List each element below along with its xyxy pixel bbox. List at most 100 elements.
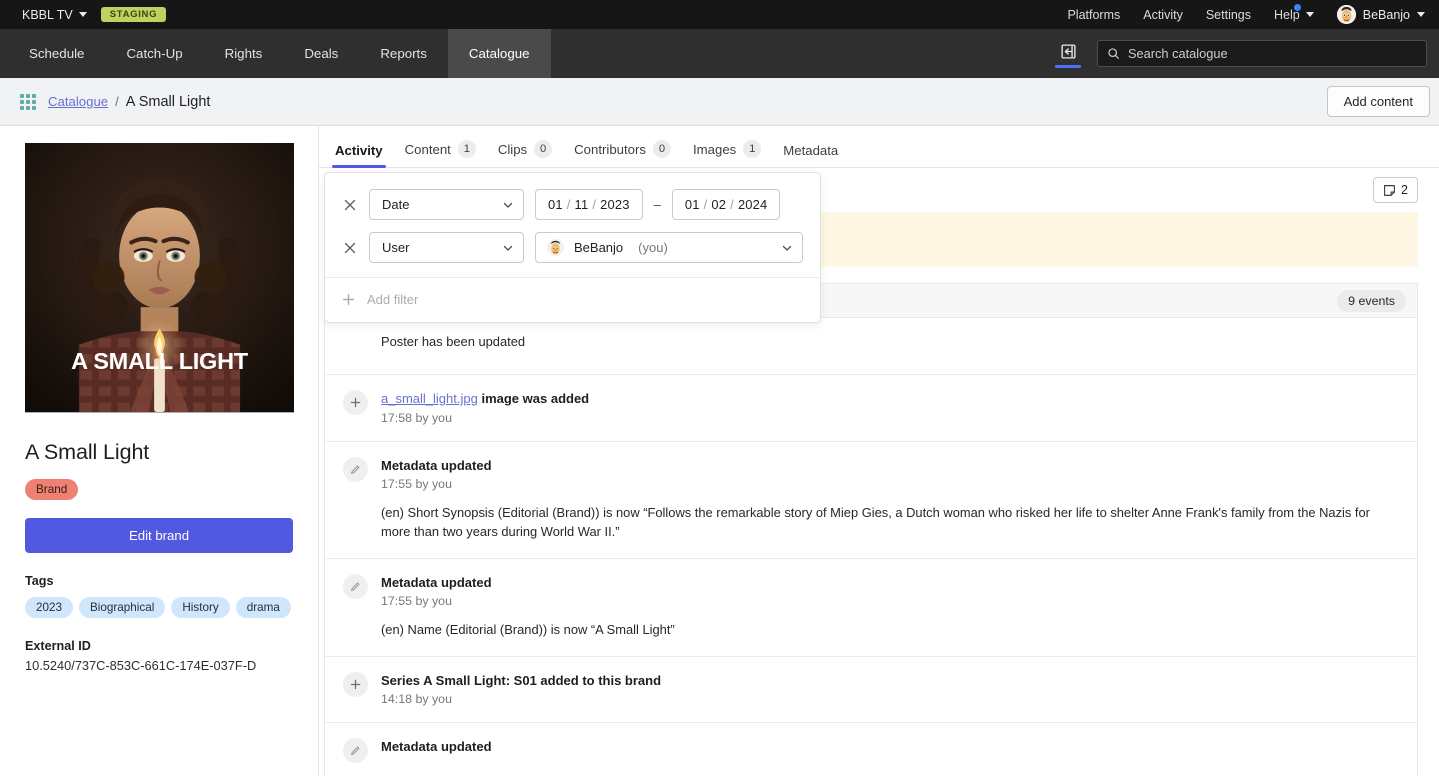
list-item[interactable]: Series A Small Light: S01 added to this …: [325, 657, 1417, 724]
search-icon: [1108, 48, 1119, 59]
event-title: Series A Small Light: S01 added to this …: [381, 672, 662, 688]
chevron-down-icon: [78, 12, 87, 17]
event-meta: 14:18 by you: [381, 692, 452, 707]
date-separator: /: [566, 197, 571, 212]
list-item[interactable]: Metadata updated 17:55 by you (en) Short…: [325, 442, 1417, 559]
events-header-count: 9 events: [1337, 289, 1406, 312]
avatar: [1336, 5, 1356, 24]
pencil-icon: [343, 456, 368, 482]
filter-user-suffix: (you): [638, 240, 668, 255]
filter-row-user: User BeBanjo (you): [342, 232, 803, 263]
tag-chip[interactable]: drama: [235, 597, 291, 618]
list-item[interactable]: Metadata updated: [325, 723, 1417, 776]
event-meta: 17:55 by you: [381, 594, 452, 609]
notes-button[interactable]: 2: [1373, 177, 1418, 203]
help-menu[interactable]: Help: [1274, 3, 1314, 22]
note-icon: [1384, 184, 1395, 196]
tab-clips[interactable]: Clips 0: [487, 140, 563, 167]
tab-label: Images: [693, 141, 737, 157]
tab-label: Metadata: [783, 143, 839, 158]
apps-grid-icon[interactable]: [20, 93, 36, 110]
nav-item-catalogue[interactable]: Catalogue: [447, 29, 551, 78]
panel-open-icon[interactable]: [1055, 39, 1081, 68]
list-item[interactable]: a_small_light.jpg image was added 17:58 …: [325, 375, 1417, 442]
user-menu[interactable]: BeBanjo: [1336, 5, 1425, 24]
chevron-down-icon: [782, 245, 792, 251]
tab-metadata[interactable]: Metadata: [772, 143, 849, 167]
date-from-day: 01: [548, 197, 563, 212]
filter-user-name: BeBanjo: [574, 240, 624, 255]
tag-chip[interactable]: History: [171, 597, 230, 618]
tag-chip[interactable]: 2023: [25, 597, 74, 618]
asset-title: A Small Light: [25, 440, 150, 464]
date-separator: /: [703, 197, 708, 212]
chevron-down-icon: [1417, 12, 1425, 17]
nav-item-schedule[interactable]: Schedule: [8, 29, 105, 78]
topnav-platforms[interactable]: Platforms: [1067, 8, 1120, 22]
user-name: BeBanjo: [1362, 7, 1410, 22]
event-body: a_small_light.jpg image was added 17:58 …: [381, 390, 1399, 425]
add-content-button[interactable]: Add content: [1326, 86, 1430, 117]
filter-user-select[interactable]: BeBanjo (you): [535, 232, 803, 263]
image-file-link[interactable]: a_small_light.jpg: [381, 391, 478, 406]
topnav-activity[interactable]: Activity: [1143, 8, 1183, 22]
event-meta: 17:55 by you: [381, 477, 452, 492]
filter-rows: Date 01 / 11 / 2023 – 01 / 02 / 2024 Use…: [325, 173, 820, 277]
filter-popover: Date 01 / 11 / 2023 – 01 / 02 / 2024 Use…: [324, 172, 821, 323]
filter-type-value: User: [382, 240, 410, 255]
close-icon[interactable]: [342, 240, 358, 256]
tab-count: 1: [457, 140, 476, 158]
list-item[interactable]: Poster has been updated: [325, 318, 1417, 375]
breadcrumb-separator: /: [115, 94, 119, 109]
tab-label: Clips: [497, 141, 528, 157]
tab-activity[interactable]: Activity: [324, 143, 394, 168]
event-body: Poster has been updated: [381, 333, 1399, 358]
topnav-settings[interactable]: Settings: [1206, 8, 1251, 22]
search-input[interactable]: Search catalogue: [1097, 40, 1427, 67]
plus-icon: [342, 293, 355, 306]
notes-count: 2: [1401, 183, 1408, 197]
avatar: [547, 239, 564, 256]
breadcrumb-catalogue-link[interactable]: Catalogue: [48, 94, 108, 109]
add-filter-button[interactable]: Add filter: [325, 277, 820, 322]
filter-type-select-date[interactable]: Date: [369, 189, 524, 220]
event-detail: (en) Name (Editorial (Brand)) is now “A …: [381, 622, 675, 638]
event-title: a_small_light.jpg image was added: [381, 390, 1399, 408]
date-to-input[interactable]: 01 / 02 / 2024: [671, 189, 781, 220]
tenant-switcher[interactable]: KBBL TV: [22, 8, 87, 22]
tags-label: Tags: [25, 574, 54, 588]
date-from-input[interactable]: 01 / 11 / 2023: [535, 189, 643, 220]
page-title: A Small Light: [125, 93, 211, 110]
nav-item-reports[interactable]: Reports: [359, 29, 448, 78]
svg-text:A SMALL LIGHT: A SMALL LIGHT: [71, 348, 249, 374]
event-title: Metadata updated: [381, 574, 492, 590]
tab-images[interactable]: Images 1: [682, 140, 772, 167]
event-detail: Poster has been updated: [381, 334, 526, 349]
nav-right: Search catalogue: [1055, 29, 1439, 78]
nav-item-rights[interactable]: Rights: [204, 29, 284, 78]
date-to-day: 01: [684, 197, 700, 212]
event-title-rest: image was added: [481, 391, 590, 406]
tab-count: 0: [653, 140, 671, 158]
filter-type-select-user[interactable]: User: [369, 232, 524, 263]
chevron-down-icon: [1305, 12, 1314, 17]
nav-item-catch-up[interactable]: Catch-Up: [105, 29, 203, 78]
close-icon[interactable]: [342, 197, 358, 213]
tab-content[interactable]: Content 1: [394, 140, 487, 167]
breadcrumb-bar: Catalogue / A Small Light Add content: [0, 78, 1439, 126]
chevron-down-icon: [503, 202, 513, 208]
date-to-month: 02: [711, 197, 727, 212]
activity-feed: Poster has been updated a_small_light.jp…: [324, 318, 1418, 776]
list-item[interactable]: Metadata updated 17:55 by you (en) Name …: [325, 559, 1417, 657]
tab-contributors[interactable]: Contributors 0: [563, 140, 682, 167]
notification-dot-icon: [1293, 3, 1301, 11]
external-id-value: 10.5240/737C-853C-661C-174E-037F-D: [25, 658, 257, 673]
event-body: Metadata updated 17:55 by you (en) Short…: [381, 457, 1399, 542]
edit-brand-button[interactable]: Edit brand: [25, 518, 293, 553]
tag-list: 2023 Biographical History drama: [25, 597, 293, 618]
nav-item-deals[interactable]: Deals: [283, 29, 359, 78]
top-bar: KBBL TV STAGING Platforms Activity Setti…: [0, 0, 1439, 29]
tag-chip[interactable]: Biographical: [79, 597, 166, 618]
event-body: Metadata updated: [381, 738, 1399, 763]
filter-row-date: Date 01 / 11 / 2023 – 01 / 02 / 2024: [342, 189, 803, 220]
